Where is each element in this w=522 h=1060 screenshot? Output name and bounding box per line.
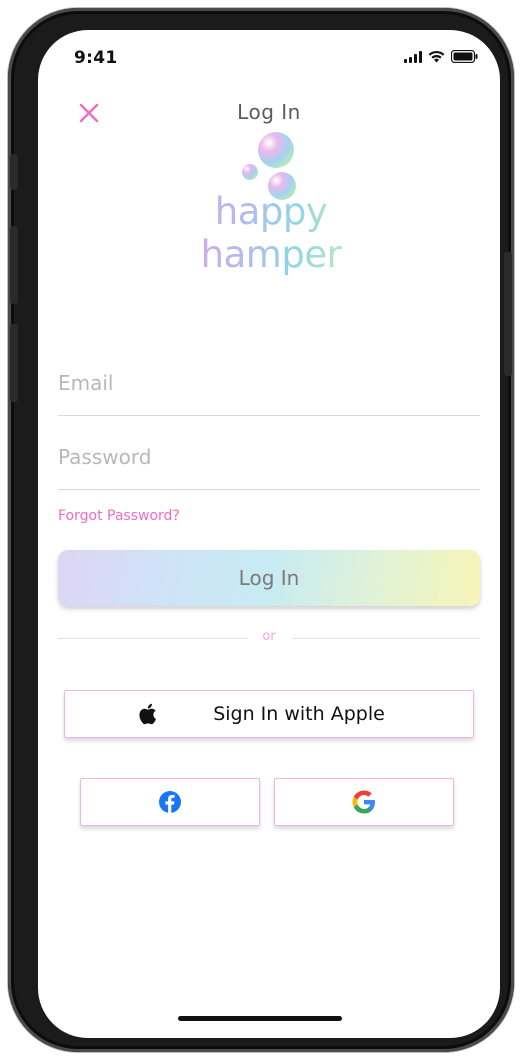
login-button-label: Log In bbox=[238, 566, 300, 590]
silent-switch bbox=[10, 154, 18, 190]
logo-text: happy hamper bbox=[146, 190, 396, 276]
apple-sign-in-button[interactable]: Sign In with Apple bbox=[64, 690, 474, 738]
wifi-icon bbox=[428, 50, 445, 63]
volume-up-button bbox=[10, 226, 18, 304]
power-button bbox=[504, 252, 512, 376]
password-input[interactable] bbox=[58, 445, 480, 469]
facebook-icon bbox=[159, 791, 181, 813]
home-indicator bbox=[178, 1016, 342, 1021]
logo-bubble-large bbox=[258, 132, 294, 168]
signal-icon bbox=[404, 51, 422, 63]
logo-bubble-small bbox=[242, 164, 258, 180]
status-icons bbox=[404, 50, 478, 63]
facebook-sign-in-button[interactable] bbox=[80, 778, 260, 826]
login-button[interactable]: Log In bbox=[58, 550, 480, 606]
email-input[interactable] bbox=[58, 371, 480, 395]
divider-text: or bbox=[262, 629, 276, 644]
screen: 9:41 Log In happy hamper Email Forgot Pa… bbox=[38, 30, 500, 1038]
password-field bbox=[58, 439, 480, 490]
battery-icon bbox=[451, 50, 478, 63]
status-time: 9:41 bbox=[74, 48, 118, 68]
google-sign-in-button[interactable] bbox=[274, 778, 454, 826]
logo: happy hamper bbox=[146, 130, 396, 276]
google-icon bbox=[352, 790, 375, 814]
volume-down-button bbox=[10, 324, 18, 402]
forgot-password-link[interactable]: Forgot Password? bbox=[58, 508, 180, 524]
page-title: Log In bbox=[237, 100, 301, 124]
email-field bbox=[58, 365, 480, 416]
apple-sign-in-label: Sign In with Apple bbox=[213, 703, 385, 725]
or-divider: or bbox=[58, 629, 480, 644]
phone-frame: 9:41 Log In happy hamper Email Forgot Pa… bbox=[8, 8, 514, 1052]
